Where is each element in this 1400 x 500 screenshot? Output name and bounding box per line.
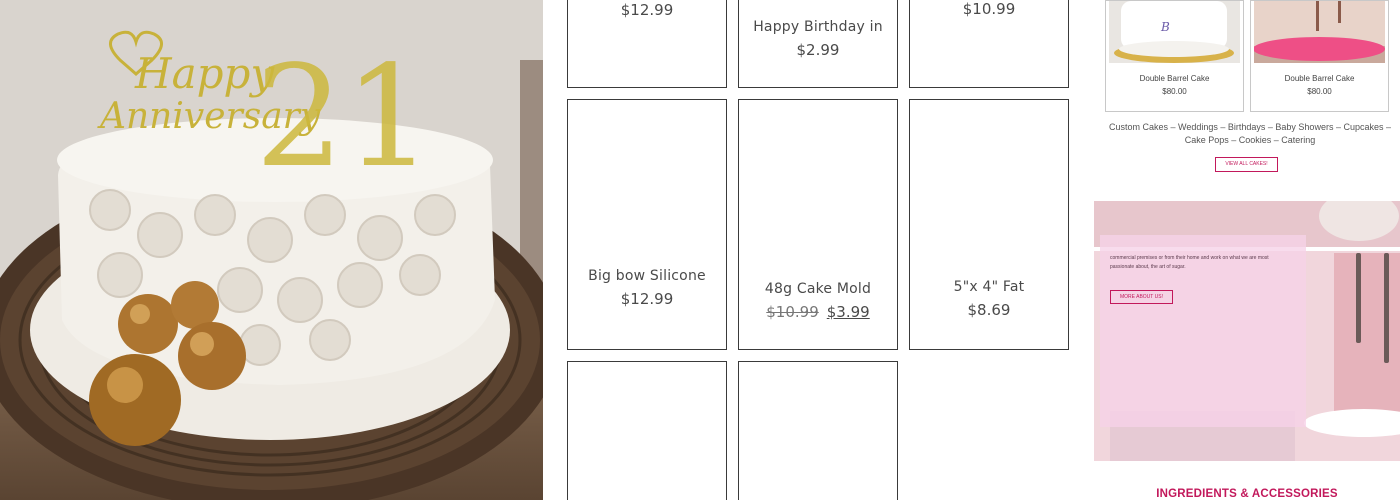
featured-cake-price: $80.00 xyxy=(1162,87,1187,96)
product-price: $12.99 xyxy=(620,290,674,308)
featured-cake-price: $80.00 xyxy=(1307,87,1332,96)
product-card[interactable]: $10.99 xyxy=(909,0,1069,88)
featured-cake-card[interactable]: Double Barrel Cake $80.00 xyxy=(1250,0,1389,112)
product-price: $10.99 $3.99 xyxy=(739,303,897,321)
product-card[interactable]: 5"x 4" Fat $8.69 xyxy=(909,99,1069,350)
product-price: $10.99 xyxy=(962,0,1016,18)
featured-cake-name[interactable]: Double Barrel Cake xyxy=(1251,74,1388,83)
ingredients-accessories-heading: INGREDIENTS & ACCESSORIES xyxy=(1156,488,1338,500)
svg-text:B: B xyxy=(1160,20,1170,34)
product-price: $12.99 xyxy=(620,1,674,19)
product-name[interactable]: 5"x 4" Fat xyxy=(910,279,1068,295)
product-card[interactable]: Big bow Silicone $12.99 xyxy=(567,99,727,350)
featured-cake-card[interactable]: B Double Barrel Cake $80.00 xyxy=(1105,0,1244,112)
featured-cake-image[interactable] xyxy=(1254,1,1385,63)
product-card[interactable]: 48g Cake Mold $10.99 $3.99 xyxy=(738,99,898,350)
product-price: $8.69 xyxy=(967,301,1011,319)
featured-cake-name[interactable]: Double Barrel Cake xyxy=(1106,74,1243,83)
about-text: commercial premises or from their home a… xyxy=(1110,255,1269,270)
product-card[interactable]: Happy Birthday in $2.99 xyxy=(738,0,898,88)
product-price: $2.99 xyxy=(796,41,840,59)
product-card[interactable] xyxy=(738,361,898,500)
product-card[interactable]: $12.99 xyxy=(567,0,727,88)
topper-number: 21 xyxy=(255,36,433,199)
product-sale-price: $3.99 xyxy=(826,303,870,321)
view-all-cakes-button[interactable]: VIEW ALL CAKES! xyxy=(1215,157,1278,172)
cake-photo: Happy Anniversary 21 xyxy=(0,0,543,500)
product-old-price: $10.99 xyxy=(766,303,819,321)
more-about-us-button[interactable]: MORE ABOUT US! xyxy=(1110,290,1173,304)
product-name[interactable]: 48g Cake Mold xyxy=(739,281,897,297)
featured-cake-image[interactable]: B xyxy=(1109,1,1240,63)
cake-photo-illustration: Happy Anniversary 21 xyxy=(0,0,543,500)
about-section: commercial premises or from their home a… xyxy=(1094,201,1400,461)
product-name[interactable]: Big bow Silicone xyxy=(568,268,726,284)
sidebar: B Double Barrel Cake $80.00 Double Barre… xyxy=(1094,0,1400,500)
cake-categories-text: Custom Cakes – Weddings – Birthdays – Ba… xyxy=(1109,122,1391,145)
product-name[interactable]: Happy Birthday in xyxy=(739,19,897,35)
product-card[interactable] xyxy=(567,361,727,500)
